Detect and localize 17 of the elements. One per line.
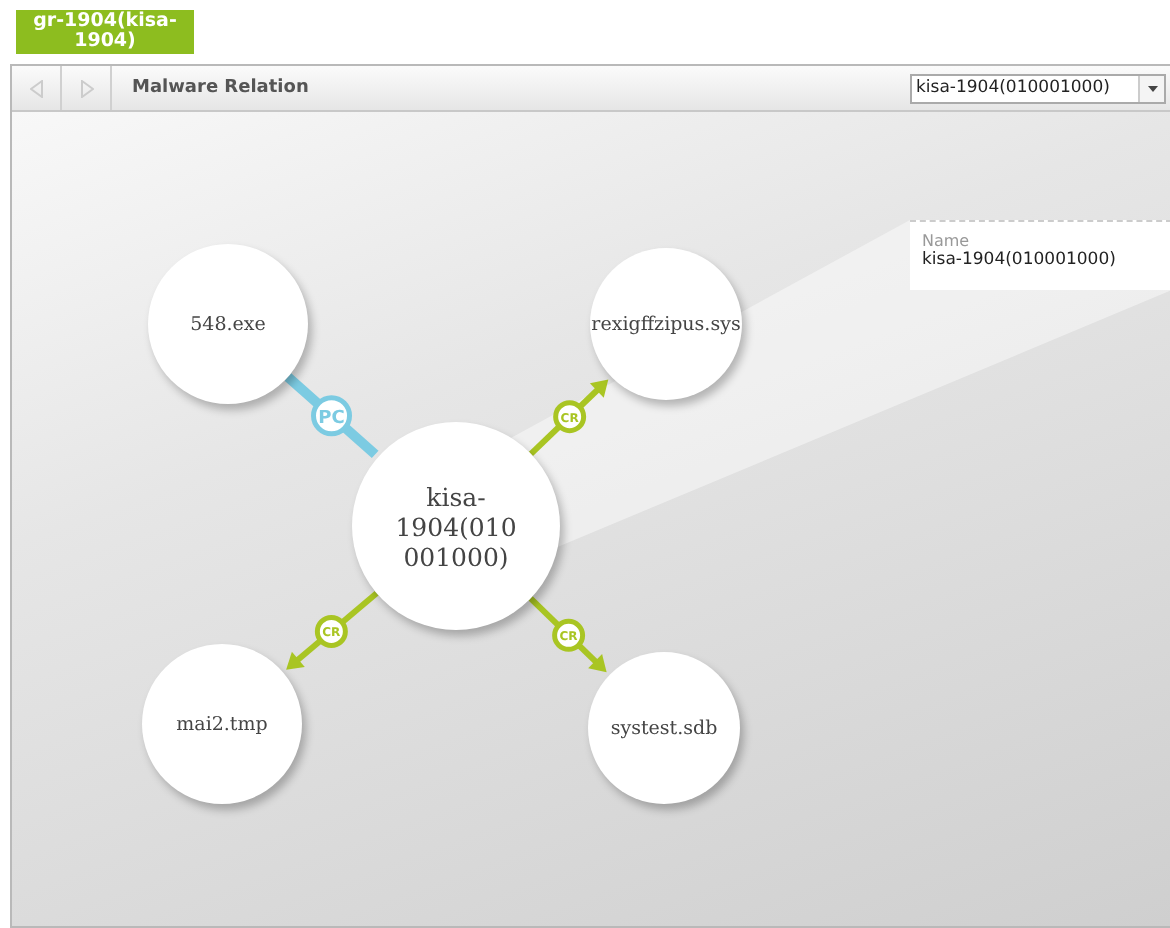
relation-badge: PC	[311, 395, 352, 437]
dropdown-button[interactable]	[1138, 75, 1164, 101]
relation-arrow	[528, 379, 609, 457]
panel-title: Malware Relation	[132, 78, 311, 98]
forward-icon	[79, 79, 93, 97]
back-icon	[29, 79, 43, 97]
graph-node[interactable]: systest.sdb	[588, 652, 740, 804]
caret-icon	[1147, 85, 1157, 91]
relation-arrow	[286, 590, 379, 670]
info-value: kisa-1904(010001000)	[922, 250, 1118, 270]
graph-node[interactable]: rexigffzipus.sys	[590, 248, 742, 400]
info-label: Name	[922, 232, 972, 250]
graph-node[interactable]: kisa-1904(010001000)	[352, 422, 560, 630]
relation-arrow	[528, 596, 607, 673]
graph-node[interactable]: mai2.tmp	[142, 644, 302, 804]
graph-node[interactable]: 548.exe	[148, 244, 308, 404]
node-dropdown[interactable]: kisa-1904(010001000)	[910, 73, 1166, 103]
